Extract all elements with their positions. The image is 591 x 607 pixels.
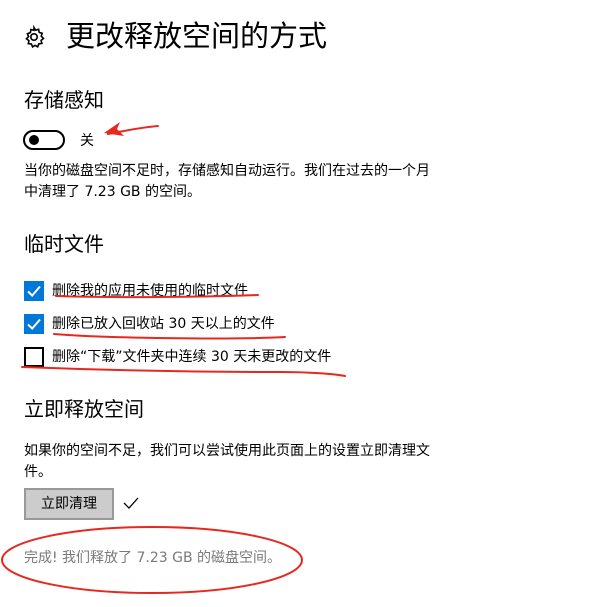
storage-sense-heading: 存储感知 — [24, 88, 104, 112]
checkmark-icon — [27, 318, 41, 330]
storage-sense-toggle[interactable] — [23, 130, 65, 150]
delete-downloads-label[interactable]: 删除“下载”文件夹中连续 30 天未更改的文件 — [52, 347, 331, 367]
storage-sense-description: 当你的磁盘空间不足时，存储感知自动运行。我们在过去的一个月 中清理了 7.23 … — [24, 161, 474, 203]
annotation-arrowhead — [104, 122, 124, 136]
checkmark-icon — [27, 285, 41, 297]
done-check-icon — [122, 494, 140, 512]
toggle-knob — [29, 135, 39, 145]
temp-files-heading: 临时文件 — [24, 232, 104, 256]
delete-recycle-bin-label[interactable]: 删除已放入回收站 30 天以上的文件 — [52, 314, 275, 334]
free-space-description: 如果你的空间不足，我们可以尝试使用此页面上的设置立即清理文 件。 — [24, 441, 474, 483]
delete-temp-files-label[interactable]: 删除我的应用未使用的临时文件 — [52, 281, 248, 301]
delete-temp-files-checkbox[interactable] — [24, 281, 44, 301]
toggle-state-label: 关 — [80, 133, 94, 149]
gear-icon — [22, 24, 46, 49]
delete-downloads-checkbox[interactable] — [24, 347, 44, 367]
cleanup-status-text: 完成! 我们释放了 7.23 GB 的磁盘空间。 — [24, 550, 282, 566]
storage-sense-description-line: 当你的磁盘空间不足时，存储感知自动运行。我们在过去的一个月 — [24, 163, 430, 179]
storage-sense-description-line: 中清理了 7.23 GB 的空间。 — [24, 184, 201, 200]
free-space-description-line: 如果你的空间不足，我们可以尝试使用此页面上的设置立即清理文 — [24, 443, 430, 459]
annotation-underline — [53, 333, 286, 340]
annotation-arrow — [107, 125, 159, 135]
delete-recycle-bin-checkbox[interactable] — [24, 314, 44, 334]
clean-now-button[interactable]: 立即清理 — [24, 488, 114, 520]
free-space-description-line: 件。 — [24, 464, 52, 480]
annotation-underline — [21, 366, 346, 377]
page-title: 更改释放空间的方式 — [66, 19, 328, 53]
free-space-heading: 立即释放空间 — [24, 397, 144, 421]
